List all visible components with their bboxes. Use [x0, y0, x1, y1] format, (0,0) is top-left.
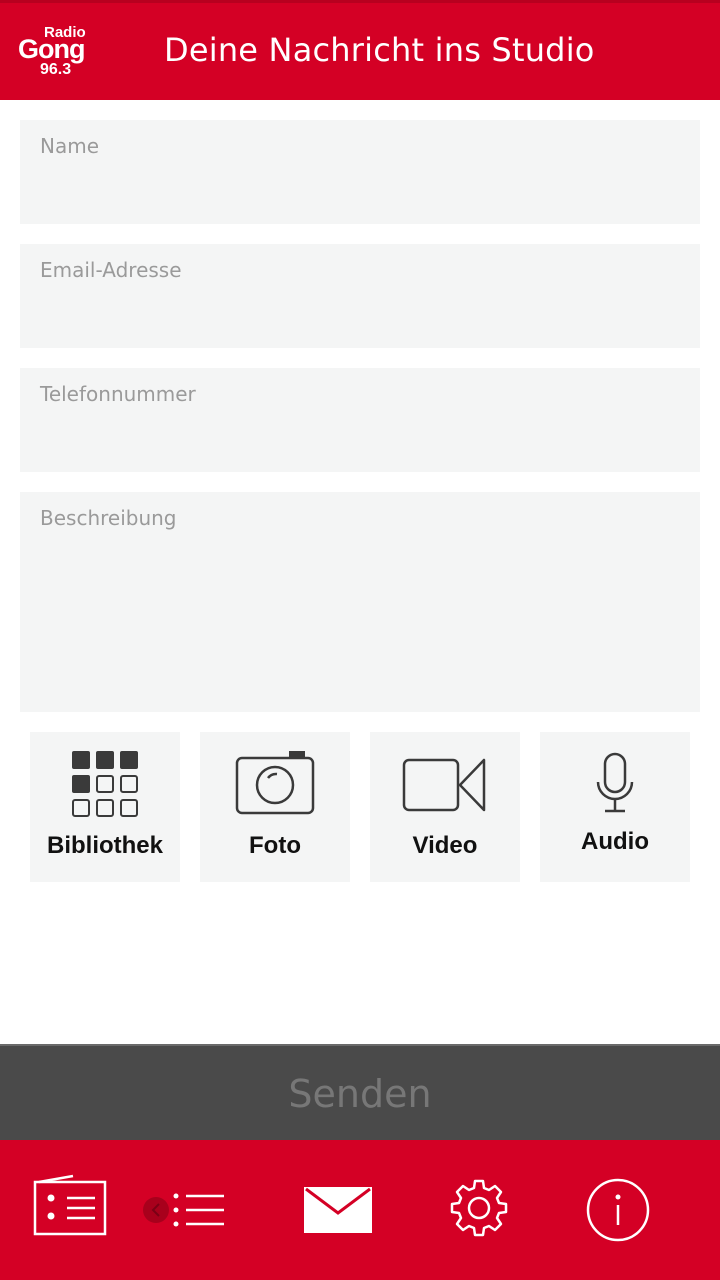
name-placeholder: Name: [40, 134, 100, 158]
playlist-icon: [143, 1193, 224, 1227]
svg-text:96.3: 96.3: [40, 61, 71, 76]
nav-settings[interactable]: [428, 1140, 528, 1280]
header-top-line: [0, 0, 720, 3]
radio-icon: [33, 1174, 107, 1236]
library-label: Bibliothek: [46, 832, 163, 859]
nav-radio[interactable]: [20, 1140, 120, 1280]
name-field[interactable]: Name: [20, 120, 700, 224]
bottom-nav: [0, 1140, 720, 1280]
photo-button[interactable]: Foto: [200, 732, 350, 882]
description-field[interactable]: Beschreibung: [20, 492, 700, 712]
app-header: Radio Gong 96.3 Deine Nachricht ins Stud…: [0, 0, 720, 100]
photo-label: Foto: [249, 832, 301, 859]
library-button[interactable]: Bibliothek: [30, 732, 180, 882]
video-button[interactable]: Video: [370, 732, 520, 882]
email-placeholder: Email-Adresse: [40, 258, 182, 282]
send-label: Senden: [288, 1072, 432, 1116]
video-label: Video: [412, 832, 478, 859]
description-placeholder: Beschreibung: [40, 506, 177, 530]
svg-text:Gong: Gong: [18, 34, 84, 64]
info-icon: [586, 1178, 650, 1242]
settings-icon: [450, 1179, 508, 1237]
mail-icon: [304, 1187, 372, 1233]
grid-icon: [72, 751, 138, 817]
microphone-icon: [596, 752, 634, 813]
radio-gong-logo: Radio Gong 96.3: [16, 20, 104, 76]
nav-info[interactable]: [568, 1140, 668, 1280]
page-title: Deine Nachricht ins Studio: [164, 31, 595, 69]
camera-icon: [235, 751, 315, 815]
video-camera-icon: [402, 758, 486, 812]
audio-label: Audio: [581, 828, 649, 855]
send-button[interactable]: Senden: [0, 1044, 720, 1140]
phone-field[interactable]: Telefonnummer: [20, 368, 700, 472]
nav-playlist[interactable]: [140, 1140, 240, 1280]
audio-button[interactable]: Audio: [540, 732, 690, 882]
email-field[interactable]: Email-Adresse: [20, 244, 700, 348]
phone-placeholder: Telefonnummer: [40, 382, 196, 406]
nav-mail[interactable]: [288, 1140, 388, 1280]
